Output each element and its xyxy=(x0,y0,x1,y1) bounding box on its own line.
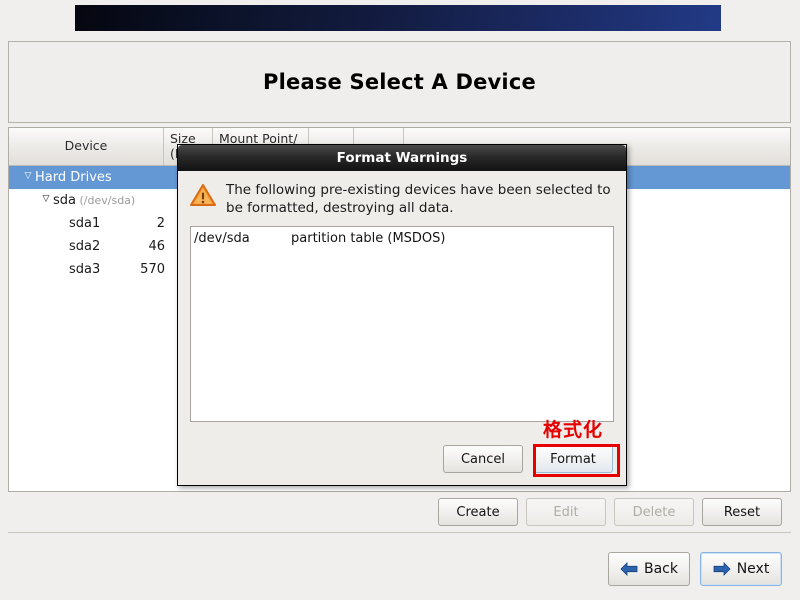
tree-row-content: sda3 xyxy=(9,262,100,277)
format-button[interactable]: Format xyxy=(533,445,613,473)
dialog-button-row: Cancel Format xyxy=(178,443,626,475)
dialog-title-bar: Format Warnings xyxy=(178,145,626,171)
device-name: Hard Drives xyxy=(35,170,112,185)
next-button[interactable]: Next xyxy=(700,552,782,586)
title-panel: Please Select A Device xyxy=(8,41,791,123)
arrow-left-icon xyxy=(620,562,638,576)
device-size: 46 xyxy=(148,239,165,254)
dialog-message-text: The following pre-existing devices have … xyxy=(226,182,611,216)
arrow-right-icon xyxy=(713,562,731,576)
tree-row-content: sda1 xyxy=(9,216,100,231)
cancel-button[interactable]: Cancel xyxy=(443,445,523,473)
tree-row-content: ▽ Hard Drives xyxy=(9,170,112,185)
action-button-row: Create Edit Delete Reset xyxy=(0,498,791,526)
chevron-down-icon[interactable]: ▽ xyxy=(21,165,35,188)
navigation-button-row: Back Next xyxy=(0,552,791,586)
device-name: sda2 xyxy=(69,239,101,254)
tree-row-content: sda2 xyxy=(9,239,100,254)
device-size: 2 xyxy=(156,216,165,231)
chevron-down-icon[interactable]: ▽ xyxy=(39,188,53,211)
dialog-title: Format Warnings xyxy=(336,150,468,166)
list-item[interactable]: /dev/sda partition table (MSDOS) xyxy=(194,230,613,247)
back-button[interactable]: Back xyxy=(608,552,690,586)
top-banner xyxy=(75,5,721,31)
page-title: Please Select A Device xyxy=(263,70,536,94)
reset-button[interactable]: Reset xyxy=(702,498,782,526)
dialog-body: The following pre-existing devices have … xyxy=(178,171,626,422)
create-button[interactable]: Create xyxy=(438,498,518,526)
horizontal-divider xyxy=(8,532,791,533)
format-warnings-dialog: Format Warnings The following pre-existi… xyxy=(177,144,627,486)
warning-triangle-icon xyxy=(190,183,216,211)
device-size: 570 xyxy=(140,262,165,277)
next-button-label: Next xyxy=(736,561,770,577)
column-header-device[interactable]: Device xyxy=(9,128,164,165)
dialog-message-row: The following pre-existing devices have … xyxy=(190,181,614,217)
delete-button: Delete xyxy=(614,498,694,526)
format-device-list[interactable]: /dev/sda partition table (MSDOS) xyxy=(190,226,614,422)
tree-row-content: ▽ sda (/dev/sda) xyxy=(9,193,136,208)
device-path: (/dev/sda) xyxy=(76,194,136,207)
back-button-label: Back xyxy=(644,561,678,577)
device-name: sda1 xyxy=(69,216,101,231)
device-name: sda xyxy=(53,193,76,208)
edit-button: Edit xyxy=(526,498,606,526)
device-name: sda3 xyxy=(69,262,101,277)
